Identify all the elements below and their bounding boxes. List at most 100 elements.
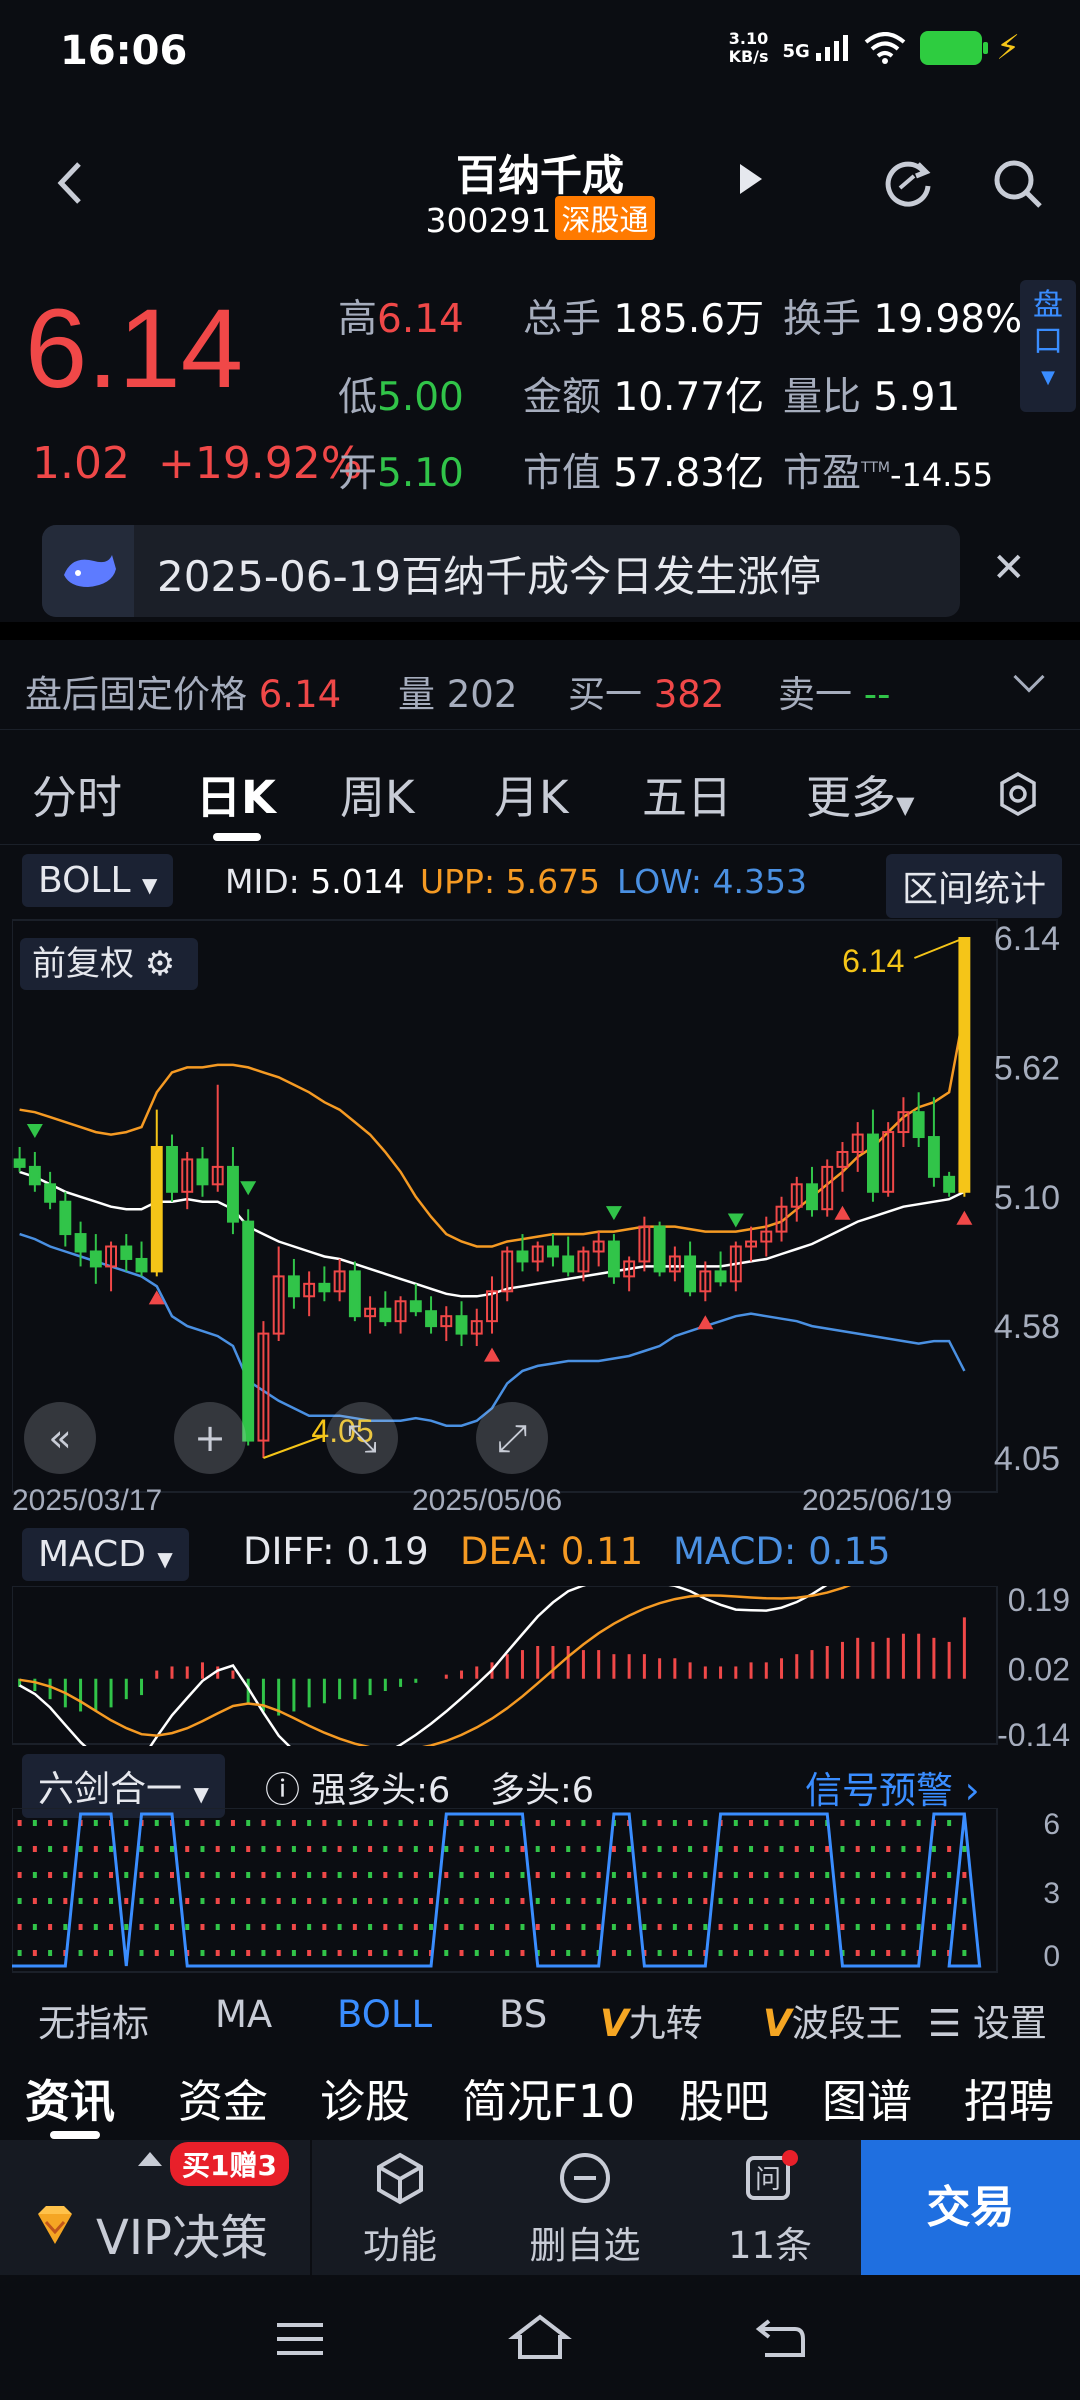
- candle: [287, 1275, 300, 1298]
- six-tick-label: 6: [1043, 1808, 1060, 1841]
- six-dot: [657, 1950, 662, 1956]
- ind-tab-ma[interactable]: MA: [215, 1993, 272, 2036]
- questions-button[interactable]: 问 11条: [700, 2150, 840, 2269]
- battery-icon: [920, 31, 989, 65]
- chevron-down-icon[interactable]: [1013, 661, 1045, 693]
- tab-monthly-k[interactable]: 月K: [494, 761, 569, 826]
- ind-tab-bs[interactable]: BS: [499, 1993, 547, 2036]
- news-banner[interactable]: 2025-06-19百纳千成今日发生涨停: [42, 525, 960, 617]
- six-dot: [779, 1924, 784, 1930]
- after-hours-ask: 卖一 --: [778, 673, 891, 716]
- ind-tab-nine-turn[interactable]: V九转: [600, 1993, 703, 2047]
- macd-chart[interactable]: 0.19 0.02 -0.14: [12, 1586, 1072, 1746]
- six-dot: [154, 1846, 159, 1852]
- range-stats-button[interactable]: 区间统计: [886, 854, 1063, 918]
- system-nav-bar: [0, 2275, 1080, 2400]
- six-dot: [535, 1872, 540, 1878]
- six-dot: [840, 1924, 845, 1930]
- sub-tab-diagnosis[interactable]: 诊股: [320, 2065, 410, 2130]
- six-dot: [398, 1846, 403, 1852]
- macd-frame: [12, 1586, 998, 1745]
- six-dot: [307, 1950, 312, 1956]
- six-dot: [398, 1872, 403, 1878]
- remove-watchlist-button[interactable]: 删自选: [510, 2150, 660, 2269]
- ind-tab-none[interactable]: 无指标: [38, 1993, 149, 2047]
- six-dot: [810, 1872, 814, 1878]
- vip-decision-button[interactable]: 买1赠3 VIP决策: [20, 2140, 310, 2275]
- indicator-select-boll[interactable]: BOLL ▼: [22, 854, 174, 907]
- six-dot: [581, 1950, 586, 1956]
- six-dot: [794, 1950, 799, 1956]
- adjust-mode-label: 前复权 ⚙: [32, 944, 175, 984]
- sub-tab-f10[interactable]: 简况F10: [462, 2065, 635, 2130]
- six-dot: [246, 1898, 251, 1904]
- zoom-in-button-icon: +: [194, 1416, 226, 1460]
- six-dot: [429, 1898, 434, 1904]
- six-dot: [63, 1820, 68, 1826]
- after-hours-bar[interactable]: 盘后固定价格 6.14 量 202 买一 382 卖一 --: [0, 640, 1080, 730]
- ind-tab-wave-king[interactable]: V波段王: [763, 1993, 903, 2047]
- six-dot: [383, 1924, 388, 1930]
- order-book-toggle[interactable]: 盘口 ▼: [1020, 280, 1076, 412]
- rewind-button[interactable]: «: [24, 1402, 96, 1474]
- signal-alert-link[interactable]: 信号预警 ›: [805, 1760, 980, 1814]
- tab-five-day[interactable]: 五日: [642, 761, 732, 826]
- gear-icon[interactable]: [995, 771, 1041, 817]
- ind-tab-settings[interactable]: ☰ 设置: [928, 1993, 1047, 2047]
- refresh-icon[interactable]: [880, 156, 936, 212]
- six-dot: [215, 1924, 220, 1930]
- six-dot: [627, 1898, 632, 1904]
- sub-tab-graph[interactable]: 图谱: [822, 2065, 912, 2130]
- sub-tab-recruit[interactable]: 招聘: [964, 2065, 1054, 2130]
- six-dot: [642, 1820, 647, 1826]
- tab-more[interactable]: 更多▼: [806, 761, 914, 826]
- six-dot: [870, 1846, 875, 1852]
- candle: [562, 1255, 575, 1273]
- back-nav-icon[interactable]: [755, 2315, 807, 2361]
- charging-icon: ⚡: [996, 28, 1020, 68]
- six-sword-chart[interactable]: 0 3 6: [12, 1808, 1072, 1974]
- six-dot: [246, 1846, 251, 1852]
- six-dot: [307, 1846, 312, 1852]
- six-dot: [200, 1820, 205, 1826]
- six-dot: [185, 1872, 190, 1878]
- six-dot: [550, 1950, 555, 1956]
- home-icon[interactable]: [508, 2311, 572, 2363]
- sub-tab-funds[interactable]: 资金: [178, 2065, 268, 2130]
- six-dot: [459, 1950, 464, 1956]
- candlestick-chart[interactable]: 6.145.625.104.584.056.144.052025/03/1720…: [12, 918, 1072, 1518]
- sub-tab-news[interactable]: 资讯: [25, 2065, 115, 2130]
- indicator-select-macd[interactable]: MACD ▼: [22, 1528, 189, 1581]
- six-dot: [200, 1846, 205, 1852]
- tab-daily-k[interactable]: 日K: [196, 761, 276, 826]
- caret-down-icon: ▼: [193, 1782, 209, 1806]
- six-dot: [307, 1820, 312, 1826]
- ind-tab-boll[interactable]: BOLL: [337, 1993, 432, 2036]
- next-stock-button[interactable]: [740, 164, 762, 194]
- six-dot: [931, 1898, 936, 1904]
- six-dot: [276, 1872, 281, 1878]
- macd-tick-label: 0.02: [1008, 1652, 1070, 1688]
- six-dot: [611, 1950, 616, 1956]
- menu-icon[interactable]: [275, 2319, 325, 2359]
- trade-button[interactable]: 交易: [861, 2140, 1080, 2275]
- tab-intraday[interactable]: 分时: [32, 761, 122, 826]
- v-badge-icon: V: [763, 2002, 792, 2045]
- adjust-mode-button[interactable]: 前复权 ⚙: [20, 938, 198, 990]
- expand-button[interactable]: ⤢: [476, 1402, 548, 1474]
- sub-tab-forum[interactable]: 股吧: [679, 2065, 769, 2130]
- six-dot: [17, 1872, 22, 1878]
- search-icon[interactable]: [990, 156, 1046, 212]
- six-dot: [611, 1924, 616, 1930]
- six-dot: [398, 1950, 403, 1956]
- function-button[interactable]: 功能: [330, 2150, 470, 2269]
- six-dot: [550, 1898, 555, 1904]
- close-icon[interactable]: ✕: [992, 545, 1026, 591]
- tab-weekly-k[interactable]: 周K: [340, 761, 415, 826]
- six-dot: [855, 1924, 860, 1930]
- zoom-in-button[interactable]: +: [174, 1402, 246, 1474]
- info-icon[interactable]: ⓘ: [265, 1771, 300, 1811]
- candle: [516, 1250, 529, 1263]
- six-dot: [627, 1872, 632, 1878]
- zoom-button[interactable]: ⤡: [326, 1402, 398, 1474]
